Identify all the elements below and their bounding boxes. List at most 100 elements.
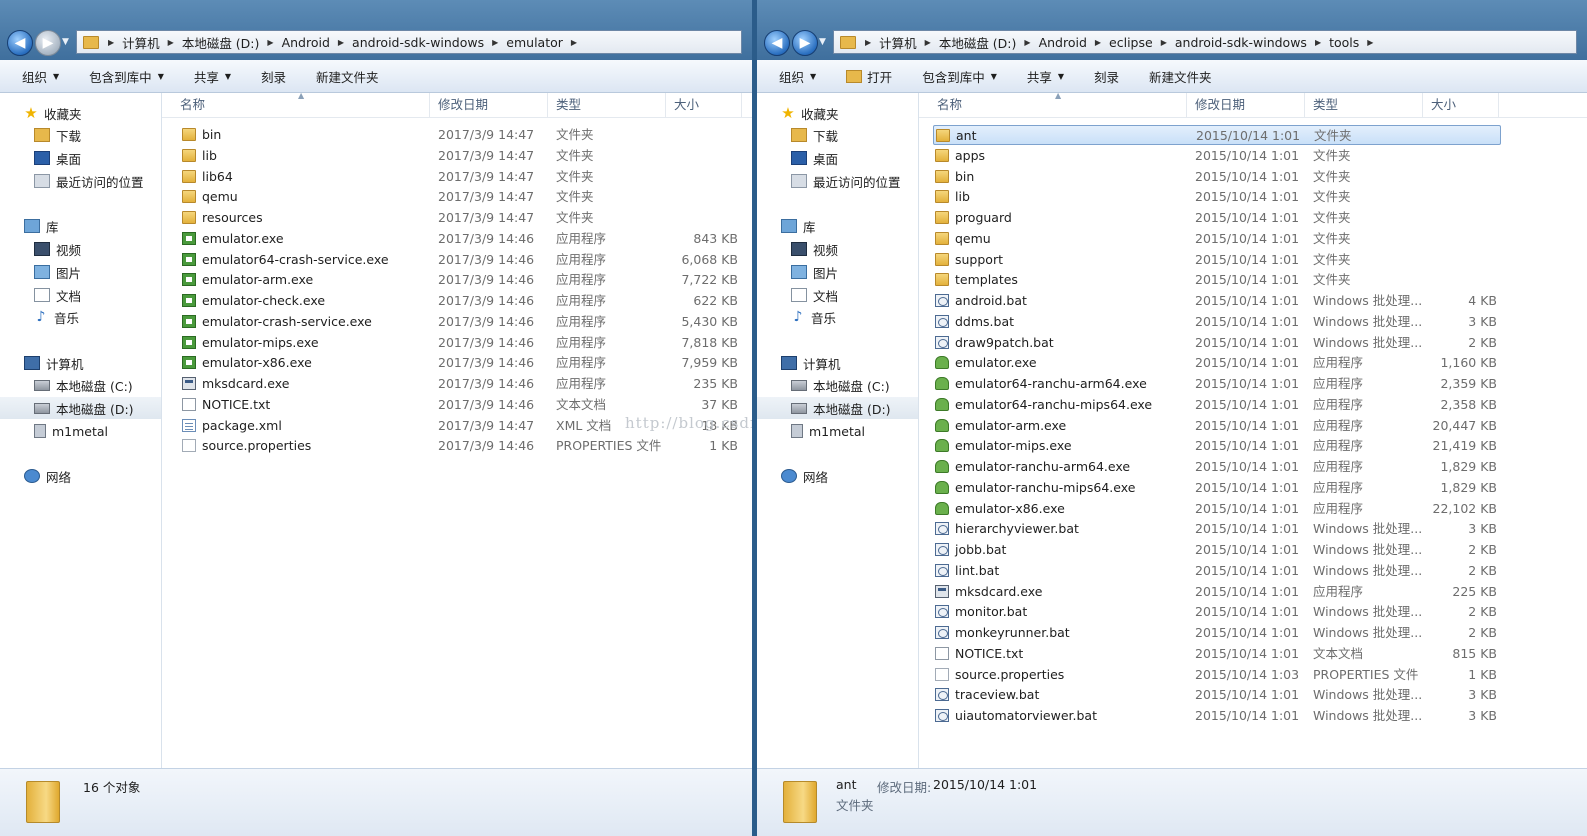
file-row[interactable]: proguard 2015/10/14 1:01 文件夹 bbox=[933, 208, 1501, 228]
file-row[interactable]: qemu 2015/10/14 1:01 文件夹 bbox=[933, 229, 1501, 249]
column-header-type[interactable]: 类型 bbox=[548, 93, 666, 117]
sidebar-item-pictures[interactable]: 图片 bbox=[757, 261, 918, 283]
chevron-right-icon[interactable]: ▶ bbox=[489, 38, 501, 47]
file-row[interactable]: hierarchyviewer.bat 2015/10/14 1:01 Window… bbox=[933, 519, 1501, 539]
sidebar-item-star[interactable]: ★ 收藏夹 bbox=[0, 102, 161, 124]
chevron-right-icon[interactable]: ▶ bbox=[1021, 38, 1033, 47]
sidebar-item-downloads[interactable]: 下载 bbox=[757, 124, 918, 146]
sidebar-item-network[interactable]: 网络 bbox=[0, 465, 161, 487]
breadcrumb-item[interactable]: Android bbox=[277, 35, 335, 50]
file-row[interactable]: source.properties 2015/10/14 1:03 PROPERTI… bbox=[933, 665, 1501, 685]
sidebar-item-library[interactable]: 库 bbox=[757, 215, 918, 237]
breadcrumb-item[interactable]: eclipse bbox=[1104, 35, 1158, 50]
sidebar-item-m1metal[interactable]: m1metal bbox=[0, 420, 161, 442]
file-row[interactable]: emulator-crash-service.exe 2017/3/9 14:46… bbox=[180, 312, 740, 332]
toolbar-button[interactable]: 共享 ▼ bbox=[1027, 67, 1064, 86]
toolbar-button[interactable]: 新建文件夹 bbox=[316, 67, 379, 86]
file-row[interactable]: draw9patch.bat 2015/10/14 1:01 Windows 批处理… bbox=[933, 333, 1501, 353]
toolbar-button[interactable]: 刻录 bbox=[1094, 67, 1119, 86]
breadcrumb-item[interactable]: 计算机 bbox=[874, 33, 922, 52]
file-row[interactable]: emulator-x86.exe 2017/3/9 14:46 应用程序 7,959 … bbox=[180, 353, 740, 373]
sidebar-item-music[interactable]: ♪ 音乐 bbox=[0, 306, 161, 328]
chevron-right-icon[interactable]: ▶ bbox=[568, 38, 580, 47]
column-header-size[interactable]: 大小 bbox=[1423, 93, 1499, 117]
breadcrumb-item[interactable]: android-sdk-windows bbox=[347, 35, 489, 50]
sidebar-item-downloads[interactable]: 下载 bbox=[0, 124, 161, 146]
file-row[interactable]: apps 2015/10/14 1:01 文件夹 bbox=[933, 146, 1501, 166]
chevron-right-icon[interactable]: ▶ bbox=[165, 38, 177, 47]
toolbar-button[interactable]: 新建文件夹 bbox=[1149, 67, 1212, 86]
sidebar-item-documents[interactable]: 文档 bbox=[0, 284, 161, 306]
file-row[interactable]: emulator-x86.exe 2015/10/14 1:01 应用程序 22,10… bbox=[933, 499, 1501, 519]
file-row[interactable]: lint.bat 2015/10/14 1:01 Windows 批处理... 2 K… bbox=[933, 561, 1501, 581]
breadcrumb-item[interactable]: 计算机 bbox=[117, 33, 165, 52]
chevron-right-icon[interactable]: ▶ bbox=[1312, 38, 1324, 47]
back-button[interactable]: ◀ bbox=[7, 30, 33, 56]
sidebar-item-recent[interactable]: 最近访问的位置 bbox=[0, 170, 161, 192]
sidebar-item-video[interactable]: 视频 bbox=[0, 238, 161, 260]
sidebar-item-m1metal[interactable]: m1metal bbox=[757, 420, 918, 442]
toolbar-button[interactable]: 刻录 bbox=[261, 67, 286, 86]
sidebar-item-pictures[interactable]: 图片 bbox=[0, 261, 161, 283]
file-row[interactable]: emulator64-crash-service.exe 2017/3/9 14:… bbox=[180, 250, 740, 270]
sidebar-item-computer[interactable]: 计算机 bbox=[757, 352, 918, 374]
sidebar-item-c[interactable]: 本地磁盘 (C:) bbox=[757, 374, 918, 396]
file-row[interactable]: lib64 2017/3/9 14:47 文件夹 bbox=[180, 167, 740, 187]
file-row[interactable]: NOTICE.txt 2017/3/9 14:46 文本文档 37 KB bbox=[180, 395, 740, 415]
breadcrumb-item[interactable]: emulator bbox=[501, 35, 568, 50]
toolbar-button[interactable]: 共享 ▼ bbox=[194, 67, 231, 86]
file-row[interactable]: emulator64-ranchu-arm64.exe 2015/10/14 1:… bbox=[933, 374, 1501, 394]
chevron-right-icon[interactable]: ▶ bbox=[1158, 38, 1170, 47]
sidebar-item-star[interactable]: ★ 收藏夹 bbox=[757, 102, 918, 124]
file-row[interactable]: emulator-ranchu-mips64.exe 2015/10/14 1:0… bbox=[933, 478, 1501, 498]
file-row[interactable]: ant 2015/10/14 1:01 文件夹 bbox=[933, 125, 1501, 145]
file-row[interactable]: uiautomatorviewer.bat 2015/10/14 1:01 Wind… bbox=[933, 706, 1501, 726]
file-row[interactable]: source.properties 2017/3/9 14:46 PROPERTIE… bbox=[180, 436, 740, 456]
back-button[interactable]: ◀ bbox=[764, 30, 790, 56]
sidebar-item-computer[interactable]: 计算机 bbox=[0, 352, 161, 374]
breadcrumb-item[interactable]: android-sdk-windows bbox=[1170, 35, 1312, 50]
file-row[interactable]: android.bat 2015/10/14 1:01 Windows 批处理...… bbox=[933, 291, 1501, 311]
sidebar-item-recent[interactable]: 最近访问的位置 bbox=[757, 170, 918, 192]
file-row[interactable]: jobb.bat 2015/10/14 1:01 Windows 批处理... 2 K… bbox=[933, 540, 1501, 560]
file-row[interactable]: emulator-mips.exe 2017/3/9 14:46 应用程序 7,818… bbox=[180, 333, 740, 353]
file-row[interactable]: emulator-arm.exe 2015/10/14 1:01 应用程序 20,44… bbox=[933, 416, 1501, 436]
sidebar-item-d[interactable]: 本地磁盘 (D:) bbox=[0, 397, 161, 419]
sidebar-item-music[interactable]: ♪ 音乐 bbox=[757, 306, 918, 328]
chevron-right-icon[interactable]: ▶ bbox=[862, 38, 874, 47]
file-row[interactable]: mksdcard.exe 2017/3/9 14:46 应用程序 235 KB bbox=[180, 374, 740, 394]
chevron-right-icon[interactable]: ▶ bbox=[335, 38, 347, 47]
sidebar-item-documents[interactable]: 文档 bbox=[757, 284, 918, 306]
toolbar-button[interactable]: 包含到库中 ▼ bbox=[922, 67, 997, 86]
chevron-right-icon[interactable]: ▶ bbox=[264, 38, 276, 47]
file-row[interactable]: monitor.bat 2015/10/14 1:01 Windows 批处理...… bbox=[933, 602, 1501, 622]
breadcrumb-item[interactable]: tools bbox=[1324, 35, 1364, 50]
forward-button[interactable]: ▶ bbox=[792, 30, 818, 56]
toolbar-button[interactable]: 组织 ▼ bbox=[22, 67, 59, 86]
column-header-type[interactable]: 类型 bbox=[1305, 93, 1423, 117]
chevron-right-icon[interactable]: ▶ bbox=[1364, 38, 1376, 47]
sidebar-item-video[interactable]: 视频 bbox=[757, 238, 918, 260]
breadcrumb-item[interactable]: 本地磁盘 (D:) bbox=[934, 33, 1022, 52]
breadcrumb-item[interactable]: 本地磁盘 (D:) bbox=[177, 33, 265, 52]
file-row[interactable]: emulator.exe 2015/10/14 1:01 应用程序 1,160 KB bbox=[933, 353, 1501, 373]
column-header-size[interactable]: 大小 bbox=[666, 93, 742, 117]
breadcrumb[interactable]: ▶ 计算机 ▶ 本地磁盘 (D:) ▶ Android ▶ android-sdk-windo… bbox=[76, 30, 742, 54]
file-row[interactable]: emulator64-ranchu-mips64.exe 2015/10/14 1… bbox=[933, 395, 1501, 415]
file-row[interactable]: bin 2017/3/9 14:47 文件夹 bbox=[180, 125, 740, 145]
toolbar-button[interactable]: 包含到库中 ▼ bbox=[89, 67, 164, 86]
toolbar-button[interactable]: 打开 bbox=[846, 67, 892, 86]
sidebar-item-library[interactable]: 库 bbox=[0, 215, 161, 237]
file-row[interactable]: lib 2017/3/9 14:47 文件夹 bbox=[180, 146, 740, 166]
column-header-date[interactable]: 修改日期 bbox=[430, 93, 548, 117]
chevron-right-icon[interactable]: ▶ bbox=[105, 38, 117, 47]
file-row[interactable]: mksdcard.exe 2015/10/14 1:01 应用程序 225 KB bbox=[933, 582, 1501, 602]
file-row[interactable]: emulator-ranchu-arm64.exe 2015/10/14 1:01… bbox=[933, 457, 1501, 477]
sidebar-item-d[interactable]: 本地磁盘 (D:) bbox=[757, 397, 918, 419]
column-header-date[interactable]: 修改日期 bbox=[1187, 93, 1305, 117]
sidebar-item-network[interactable]: 网络 bbox=[757, 465, 918, 487]
chevron-right-icon[interactable]: ▶ bbox=[922, 38, 934, 47]
chevron-right-icon[interactable]: ▶ bbox=[1092, 38, 1104, 47]
recent-pages-dropdown[interactable]: ▼ bbox=[819, 37, 826, 47]
file-row[interactable]: emulator-check.exe 2017/3/9 14:46 应用程序 622 … bbox=[180, 291, 740, 311]
